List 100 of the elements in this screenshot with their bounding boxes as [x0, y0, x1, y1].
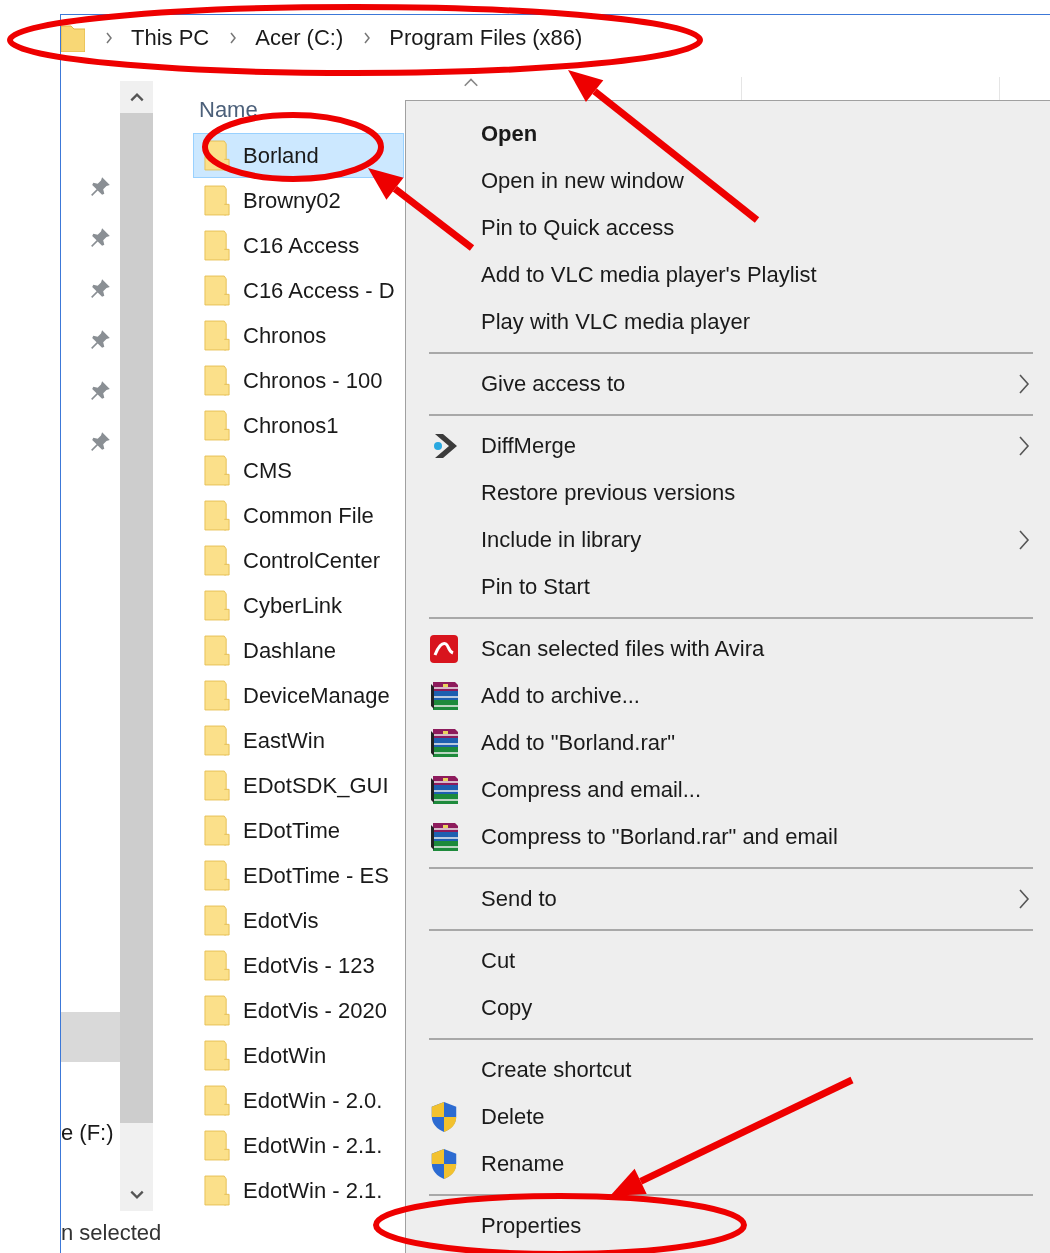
folder-icon [204, 815, 231, 846]
scroll-up-icon[interactable] [128, 91, 145, 103]
folder-name: CyberLink [243, 592, 343, 619]
menu-item[interactable]: Play with VLC media player [406, 298, 1050, 345]
file-row[interactable]: ControlCenter [193, 538, 404, 583]
menu-item[interactable]: Add to "Borland.rar" [406, 719, 1050, 766]
file-row[interactable]: EdotVis - 2020 [193, 988, 404, 1033]
file-row[interactable]: DeviceManage [193, 673, 404, 718]
folder-name: DeviceManage [243, 682, 390, 709]
file-row[interactable]: CMS [193, 448, 404, 493]
file-row[interactable]: EdotWin - 2.1. [193, 1168, 404, 1213]
breadcrumb[interactable]: Program Files (x86) [389, 25, 583, 51]
folder-icon [204, 230, 231, 261]
breadcrumb[interactable]: Acer (C:) [255, 25, 344, 51]
menu-item[interactable]: Send to [406, 875, 1050, 922]
menu-item[interactable]: Open [406, 110, 1050, 157]
pin-icon[interactable] [90, 175, 112, 197]
folder-name: C16 Access - D [243, 277, 395, 304]
menu-item[interactable]: Add to archive... [406, 672, 1050, 719]
file-row[interactable]: C16 Access - D [193, 268, 404, 313]
folder-name: EdotWin - 2.0. [243, 1087, 383, 1114]
menu-item[interactable]: Compress and email... [406, 766, 1050, 813]
file-row[interactable]: EastWin [193, 718, 404, 763]
menu-item[interactable]: Open in new window [406, 157, 1050, 204]
file-row[interactable]: EdotWin [193, 1033, 404, 1078]
folder-name: EDotTime - ES [243, 862, 389, 889]
menu-item[interactable]: Delete [406, 1093, 1050, 1140]
folder-icon [204, 1175, 231, 1206]
folder-name: Dashlane [243, 637, 336, 664]
umbrella-logo-icon [428, 632, 459, 665]
file-row[interactable]: C16 Access [193, 223, 404, 268]
file-row[interactable]: Chronos [193, 313, 404, 358]
folder-name: C16 Access [243, 232, 360, 259]
file-row[interactable]: EDotSDK_GUI [193, 763, 404, 808]
folder-icon [204, 365, 231, 396]
menu-item[interactable]: Pin to Quick access [406, 204, 1050, 251]
folder-icon [204, 1085, 231, 1116]
menu-item[interactable]: Cut [406, 937, 1050, 984]
folder-name: EdotVis - 123 [243, 952, 375, 979]
status-text: n selected [61, 1220, 162, 1246]
file-row[interactable]: Browny02 [193, 178, 404, 223]
folder-name: EDotTime [243, 817, 340, 844]
folder-name: ControlCenter [243, 547, 380, 574]
file-row[interactable]: EDotTime [193, 808, 404, 853]
chevron-icon [363, 32, 372, 44]
menu-item[interactable]: Include in library [406, 516, 1050, 563]
books-icon [428, 726, 459, 759]
folder-icon [204, 545, 231, 576]
menu-item[interactable]: Copy [406, 984, 1050, 1031]
books-icon [428, 820, 459, 853]
folder-icon [204, 725, 231, 756]
sort-icon [463, 77, 479, 87]
menu-item[interactable]: Rename [406, 1140, 1050, 1187]
menu-item[interactable]: Pin to Start [406, 563, 1050, 610]
file-row[interactable]: Dashlane [193, 628, 404, 673]
file-row[interactable]: EDotTime - ES [193, 853, 404, 898]
folder-icon [204, 410, 231, 441]
pin-icon[interactable] [90, 277, 112, 299]
scroll-down-icon[interactable] [128, 1189, 145, 1201]
file-row[interactable]: EdotWin - 2.0. [193, 1078, 404, 1123]
folder-name: EDotSDK_GUI [243, 772, 389, 799]
pin-icon[interactable] [90, 328, 112, 350]
file-row[interactable]: Chronos - 100 [193, 358, 404, 403]
folder-icon [204, 1040, 231, 1071]
pin-icon[interactable] [90, 379, 112, 401]
menu-item[interactable]: Restore previous versions [406, 469, 1050, 516]
folder-icon [204, 455, 231, 486]
folder-icon [204, 275, 231, 306]
chevron-icon [229, 32, 238, 44]
folder-icon [204, 185, 231, 216]
file-row[interactable]: EdotWin - 2.1. [193, 1123, 404, 1168]
menu-item[interactable]: Properties [406, 1202, 1050, 1249]
file-row[interactable]: EdotVis - 123 [193, 943, 404, 988]
file-row[interactable]: Common File [193, 493, 404, 538]
folder-name: Chronos1 [243, 412, 339, 439]
address-bar[interactable]: This PC Acer (C:) Program Files (x86) [61, 15, 623, 61]
folder-name: Chronos [243, 322, 327, 349]
folder-name: EdotWin [243, 1042, 327, 1069]
pin-icon[interactable] [90, 430, 112, 452]
menu-item[interactable]: DiffMerge [406, 422, 1050, 469]
pin-icon[interactable] [90, 226, 112, 248]
column-header[interactable]: Name [199, 97, 258, 123]
menu-item[interactable]: Compress to "Borland.rar" and email [406, 813, 1050, 860]
folder-name: EdotVis [243, 907, 319, 934]
file-row[interactable]: EdotVis [193, 898, 404, 943]
folder-name: EdotVis - 2020 [243, 997, 387, 1024]
menu-item[interactable]: Give access to [406, 360, 1050, 407]
file-row[interactable]: CyberLink [193, 583, 404, 628]
folder-icon [204, 500, 231, 531]
nav-item[interactable]: e (F:) [61, 1118, 120, 1148]
menu-item[interactable]: Create shortcut [406, 1046, 1050, 1093]
folder-name: CMS [243, 457, 292, 484]
menu-item[interactable]: Scan selected files with Avira [406, 625, 1050, 672]
folder-icon [204, 905, 231, 936]
folder-name: EastWin [243, 727, 325, 754]
folder-icon [204, 950, 231, 981]
menu-item[interactable]: Add to VLC media player's Playlist [406, 251, 1050, 298]
breadcrumb[interactable]: This PC [131, 25, 210, 51]
file-row[interactable]: Chronos1 [193, 403, 404, 448]
folder-icon [204, 635, 231, 666]
